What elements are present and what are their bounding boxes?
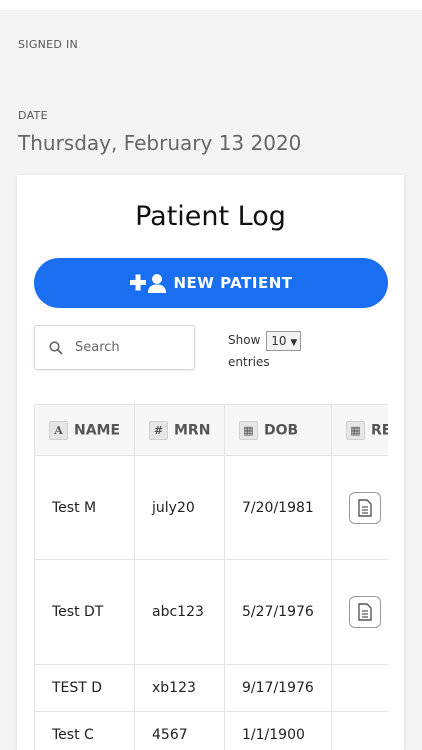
search-input[interactable] bbox=[75, 340, 175, 355]
report-cell bbox=[331, 664, 388, 712]
patient-dob: 1/1/1900 bbox=[224, 711, 332, 750]
column-header-report[interactable]: ▦ REPORT bbox=[331, 404, 388, 456]
table-row[interactable]: TEST D xb123 9/17/1976 bbox=[34, 664, 388, 712]
column-label: REPORT bbox=[371, 422, 388, 438]
report-cell bbox=[331, 455, 388, 560]
calendar-icon: ▦ bbox=[346, 420, 365, 440]
patient-name: Test C bbox=[34, 711, 135, 750]
document-icon bbox=[358, 603, 372, 621]
patient-mrn: xb123 bbox=[134, 664, 225, 712]
patient-table-wrapper[interactable]: A NAME # MRN ▦ DOB ▦ REPORT Test M july20 7/… bbox=[34, 404, 388, 750]
patient-table: A NAME # MRN ▦ DOB ▦ REPORT Test M july20 7/… bbox=[34, 404, 388, 750]
report-cell bbox=[331, 711, 388, 750]
search-box[interactable] bbox=[34, 325, 195, 370]
chevron-down-icon: ▼ bbox=[290, 337, 298, 348]
new-patient-button[interactable]: NEW PATIENT bbox=[34, 258, 388, 308]
entries-label: entries bbox=[228, 355, 270, 369]
entries-select[interactable]: 10 ▼ bbox=[266, 330, 302, 351]
column-label: MRN bbox=[174, 422, 211, 438]
date-value: Thursday, February 13 2020 bbox=[18, 131, 302, 155]
entries-select-value: 10 bbox=[271, 333, 287, 348]
date-label: DATE bbox=[18, 109, 48, 122]
page-title: Patient Log bbox=[135, 201, 286, 232]
patient-dob: 7/20/1981 bbox=[224, 455, 332, 560]
column-header-dob[interactable]: ▦ DOB bbox=[224, 404, 332, 456]
column-header-name[interactable]: A NAME bbox=[34, 404, 135, 456]
show-label: Show bbox=[228, 333, 261, 347]
patient-mrn: abc123 bbox=[134, 559, 225, 665]
column-label: DOB bbox=[264, 422, 299, 438]
patient-name: Test M bbox=[34, 455, 135, 560]
calendar-icon: ▦ bbox=[239, 420, 258, 440]
table-row[interactable]: Test M july20 7/20/1981 bbox=[34, 455, 388, 560]
table-row[interactable]: Test DT abc123 5/27/1976 bbox=[34, 559, 388, 665]
report-button[interactable] bbox=[349, 491, 381, 524]
hash-icon: # bbox=[149, 420, 168, 440]
patient-mrn: 4567 bbox=[134, 711, 225, 750]
column-header-mrn[interactable]: # MRN bbox=[134, 404, 225, 456]
page-length-control: Show 10 ▼ entries bbox=[228, 329, 302, 373]
patient-dob: 5/27/1976 bbox=[224, 559, 332, 665]
patient-name: TEST D bbox=[34, 664, 135, 712]
signed-in-label: SIGNED IN bbox=[18, 38, 79, 51]
patient-dob: 9/17/1976 bbox=[224, 664, 332, 712]
patient-name: Test DT bbox=[34, 559, 135, 665]
report-button[interactable] bbox=[349, 596, 381, 628]
patient-log-card: Patient Log NEW PATIENT Show 10 ▼ entrie… bbox=[17, 175, 404, 750]
patient-mrn: july20 bbox=[134, 455, 225, 560]
column-label: NAME bbox=[74, 422, 121, 438]
document-icon bbox=[358, 498, 372, 517]
search-icon bbox=[49, 340, 63, 355]
report-cell bbox=[331, 559, 388, 665]
add-user-icon bbox=[129, 274, 166, 293]
new-patient-label: NEW PATIENT bbox=[173, 274, 293, 292]
table-row[interactable]: Test C 4567 1/1/1900 bbox=[34, 711, 388, 750]
table-header-row: A NAME # MRN ▦ DOB ▦ REPORT bbox=[34, 404, 388, 456]
text-icon: A bbox=[49, 420, 68, 440]
top-bar bbox=[0, 0, 422, 10]
